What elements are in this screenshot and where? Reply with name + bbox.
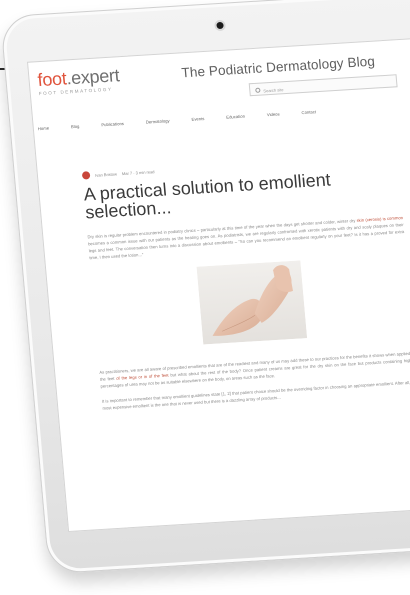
- search-input[interactable]: Search site: [248, 74, 398, 97]
- post-title: A practical solution to emollient select…: [82, 169, 332, 223]
- nav-item-home[interactable]: Home: [38, 126, 50, 139]
- camera-icon: [216, 21, 224, 30]
- nav-item-dermatology[interactable]: Dermatology: [146, 118, 171, 131]
- blog-post: Ivan Bristow Mar 7 · 3 min read A practi…: [81, 152, 410, 416]
- nav-item-events[interactable]: Events: [191, 116, 205, 129]
- tablet-device: foot.expert FOOT DERMATOLOGY The Podiatr…: [0, 0, 410, 575]
- logo-foot-text: foot: [36, 68, 68, 91]
- nav-item-videos[interactable]: Videos: [267, 111, 281, 124]
- post-date: Mar 7 · 3 min read: [121, 168, 155, 176]
- avatar: [81, 171, 91, 180]
- feet-photo: [196, 260, 308, 345]
- screen: foot.expert FOOT DERMATOLOGY The Podiatr…: [26, 37, 410, 532]
- site-logo[interactable]: foot.expert FOOT DERMATOLOGY: [37, 65, 121, 96]
- logo-expert-text: .expert: [65, 65, 121, 89]
- nav-item-publications[interactable]: Publications: [101, 121, 125, 134]
- tablet-frame: foot.expert FOOT DERMATOLOGY The Podiatr…: [0, 0, 410, 575]
- nav-item-blog[interactable]: Blog: [71, 124, 80, 136]
- nav-item-education[interactable]: Education: [226, 114, 246, 127]
- search-placeholder: Search site: [263, 87, 284, 94]
- nav-item-contact[interactable]: Contact: [301, 109, 316, 122]
- post-author[interactable]: Ivan Bristow: [95, 171, 117, 177]
- main-nav: Home Blog Publications Dermatology Event…: [38, 103, 410, 139]
- post-intro-paragraph: Dry skin is regular problem encountered …: [87, 214, 405, 261]
- site-header: foot.expert FOOT DERMATOLOGY The Podiatr…: [28, 39, 410, 131]
- search-icon: [255, 87, 261, 93]
